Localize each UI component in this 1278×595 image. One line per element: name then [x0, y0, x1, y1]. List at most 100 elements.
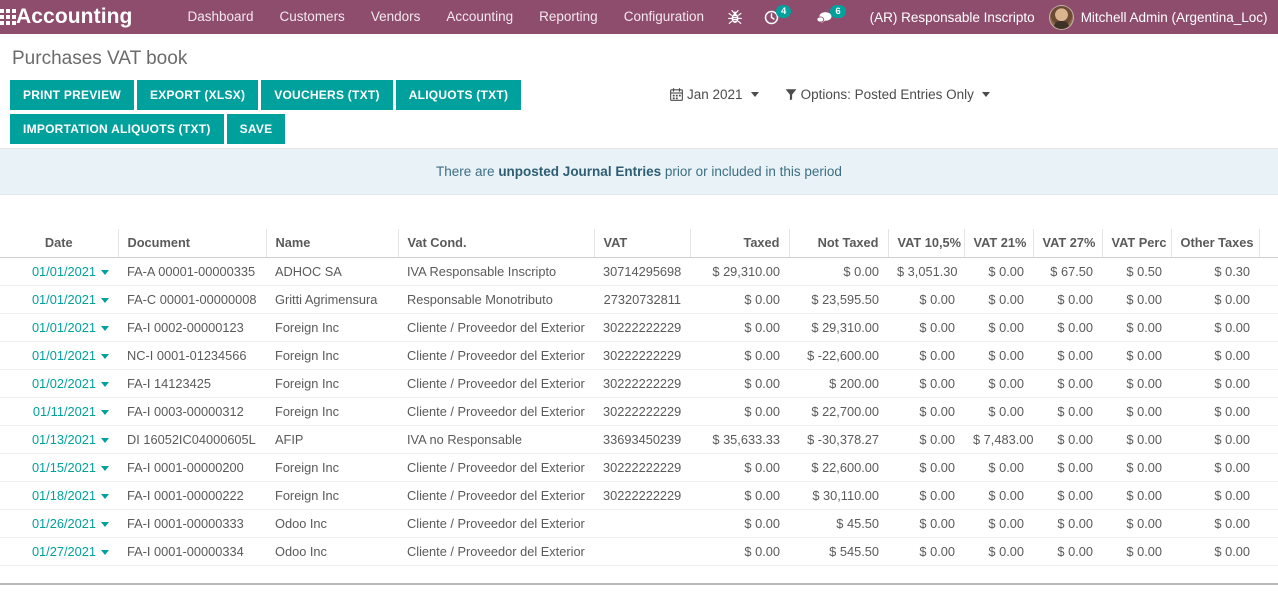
caret-down-icon[interactable]: [101, 438, 109, 444]
export-xlsx-button[interactable]: EXPORT (XLSX): [136, 80, 259, 110]
column-header-document[interactable]: Document: [117, 229, 266, 258]
cell-not-taxed: $ 23,595.50: [789, 285, 888, 314]
table-header: Date Document Name Vat Cond. VAT Taxed N…: [0, 229, 1278, 258]
caret-down-icon[interactable]: [101, 522, 109, 528]
debug-menu-button[interactable]: [717, 0, 753, 34]
cell-date[interactable]: 01/01/2021: [0, 285, 118, 314]
cell-date[interactable]: 01/01/2021: [0, 341, 118, 370]
column-header-vat-105[interactable]: VAT 10,5%: [887, 229, 964, 258]
cell-vat-21: $ 0.00: [964, 453, 1033, 482]
date-link[interactable]: 01/02/2021: [32, 376, 96, 391]
menu-item-dashboard[interactable]: Dashboard: [175, 0, 267, 34]
options-filter-dropdown[interactable]: Options: Posted Entries Only: [785, 87, 990, 102]
column-header-taxed[interactable]: Taxed: [689, 229, 789, 258]
cell-vat-21: $ 0.00: [964, 509, 1033, 538]
cell-date[interactable]: 01/13/2021: [0, 425, 118, 454]
purchases-vat-book-table: Date Document Name Vat Cond. VAT Taxed N…: [0, 229, 1278, 595]
cell-date[interactable]: 01/27/2021: [0, 537, 118, 566]
company-switcher[interactable]: (AR) Responsable Inscripto: [860, 10, 1045, 25]
cell-taxed: $ 0.00: [690, 509, 789, 538]
menu-item-customers[interactable]: Customers: [267, 0, 358, 34]
column-header-vat[interactable]: VAT: [593, 229, 690, 258]
menu-item-vendors[interactable]: Vendors: [358, 0, 434, 34]
date-link[interactable]: 01/01/2021: [32, 320, 96, 335]
column-header-vat-21[interactable]: VAT 21%: [963, 229, 1033, 258]
caret-down-icon[interactable]: [101, 326, 109, 332]
table-row[interactable]: 01/01/2021 NC-I 0001-01234566 Foreign Inc C…: [0, 341, 1278, 370]
menu-item-configuration[interactable]: Configuration: [611, 0, 717, 34]
column-header-vat-cond[interactable]: Vat Cond.: [397, 229, 594, 258]
user-menu-button[interactable]: Mitchell Admin (Argentina_Loc): [1045, 4, 1276, 30]
table-row[interactable]: 01/13/2021 DI 16052IC04000605L AFIP IVA no …: [0, 425, 1278, 454]
cell-date[interactable]: 01/01/2021: [0, 257, 118, 286]
cell-vat-perc: $ 0.00: [1102, 537, 1171, 566]
caret-down-icon[interactable]: [101, 466, 109, 472]
cell-other-taxes: $ 0.00: [1171, 537, 1259, 566]
menu-item-reporting[interactable]: Reporting: [526, 0, 611, 34]
caret-down-icon[interactable]: [101, 494, 109, 500]
cell-other-taxes: $ 0.00: [1171, 453, 1259, 482]
table-row[interactable]: 01/15/2021 FA-I 0001-00000200 Foreign Inc C…: [0, 453, 1278, 482]
cell-name: AFIP: [266, 425, 398, 454]
importation-aliquots-txt-button[interactable]: IMPORTATION ALIQUOTS (TXT): [10, 114, 224, 144]
cell-date[interactable]: 01/18/2021: [0, 481, 118, 510]
column-header-date[interactable]: Date: [0, 229, 118, 258]
column-header-vat-perc[interactable]: VAT Perc: [1101, 229, 1171, 258]
report-actions-buttons: PRINT PREVIEW EXPORT (XLSX) VOUCHERS (TX…: [10, 80, 570, 148]
caret-down-icon[interactable]: [101, 410, 109, 416]
table-row[interactable]: 01/01/2021 FA-I 0002-00000123 Foreign Inc C…: [0, 313, 1278, 342]
messages-menu-button[interactable]: 6: [805, 0, 859, 34]
date-link[interactable]: 01/13/2021: [32, 432, 96, 447]
activities-menu-button[interactable]: 4: [753, 0, 805, 34]
table-row[interactable]: 01/01/2021 FA-A 00001-00000335 ADHOC SA IVA…: [0, 257, 1278, 286]
save-button[interactable]: SAVE: [226, 114, 286, 144]
vouchers-txt-button[interactable]: VOUCHERS (TXT): [261, 80, 393, 110]
cell-vat: [594, 509, 690, 538]
column-header-name[interactable]: Name: [265, 229, 398, 258]
caret-down-icon[interactable]: [101, 550, 109, 556]
table-row[interactable]: 01/27/2021 FA-I 0001-00000334 Odoo Inc Clie…: [0, 537, 1278, 566]
cell-taxed: $ 0.00: [690, 369, 789, 398]
table-row[interactable]: 01/11/2021 FA-I 0003-00000312 Foreign Inc C…: [0, 397, 1278, 426]
cell-date[interactable]: 01/01/2021: [0, 313, 118, 342]
caret-down-icon[interactable]: [101, 270, 109, 276]
print-preview-button[interactable]: PRINT PREVIEW: [10, 80, 134, 110]
date-link[interactable]: 01/01/2021: [32, 292, 96, 307]
date-link[interactable]: 01/26/2021: [32, 516, 96, 531]
caret-down-icon[interactable]: [101, 298, 109, 304]
cell-vat-cond: Cliente / Proveedor del Exterior: [398, 453, 594, 482]
date-link[interactable]: 01/15/2021: [32, 460, 96, 475]
cell-date[interactable]: 01/26/2021: [0, 509, 118, 538]
cell-name: Foreign Inc: [266, 481, 398, 510]
table-row[interactable]: 01/01/2021 FA-C 00001-00000008 Gritti Agri…: [0, 285, 1278, 314]
caret-down-icon[interactable]: [101, 382, 109, 388]
date-link[interactable]: 01/01/2021: [32, 264, 96, 279]
cell-overflow: [1259, 453, 1278, 482]
cell-date[interactable]: 01/02/2021: [0, 369, 118, 398]
table-row[interactable]: 01/18/2021 FA-I 0001-00000222 Foreign Inc C…: [0, 481, 1278, 510]
date-link[interactable]: 01/27/2021: [32, 544, 96, 559]
date-filter-dropdown[interactable]: Jan 2021: [670, 87, 759, 102]
date-link[interactable]: 01/11/2021: [33, 404, 96, 419]
cell-document: FA-I 0002-00000123: [118, 313, 266, 342]
apps-menu-button[interactable]: [0, 9, 16, 25]
cell-date[interactable]: 01/11/2021: [0, 397, 118, 426]
column-header-vat-27[interactable]: VAT 27%: [1032, 229, 1102, 258]
cell-vat-cond: Cliente / Proveedor del Exterior: [398, 537, 594, 566]
app-brand-accounting[interactable]: Accounting: [16, 5, 133, 29]
cell-name: Gritti Agrimensura: [266, 285, 398, 314]
date-link[interactable]: 01/18/2021: [32, 488, 96, 503]
date-link[interactable]: 01/01/2021: [32, 348, 96, 363]
caret-down-icon[interactable]: [101, 354, 109, 360]
table-row[interactable]: 01/02/2021 FA-I 14123425 Foreign Inc Client…: [0, 369, 1278, 398]
menu-item-accounting[interactable]: Accounting: [433, 0, 526, 34]
cell-vat-21: $ 0.00: [964, 397, 1033, 426]
calendar-icon: [670, 88, 683, 101]
aliquots-txt-button[interactable]: ALIQUOTS (TXT): [395, 80, 522, 110]
cell-overflow: [1259, 285, 1278, 314]
column-header-other-taxes[interactable]: Other Taxes: [1170, 229, 1259, 258]
column-header-not-taxed[interactable]: Not Taxed: [788, 229, 888, 258]
cell-vat-105: $ 0.00: [888, 537, 964, 566]
cell-date[interactable]: 01/15/2021: [0, 453, 118, 482]
table-row[interactable]: 01/26/2021 FA-I 0001-00000333 Odoo Inc Clie…: [0, 509, 1278, 538]
